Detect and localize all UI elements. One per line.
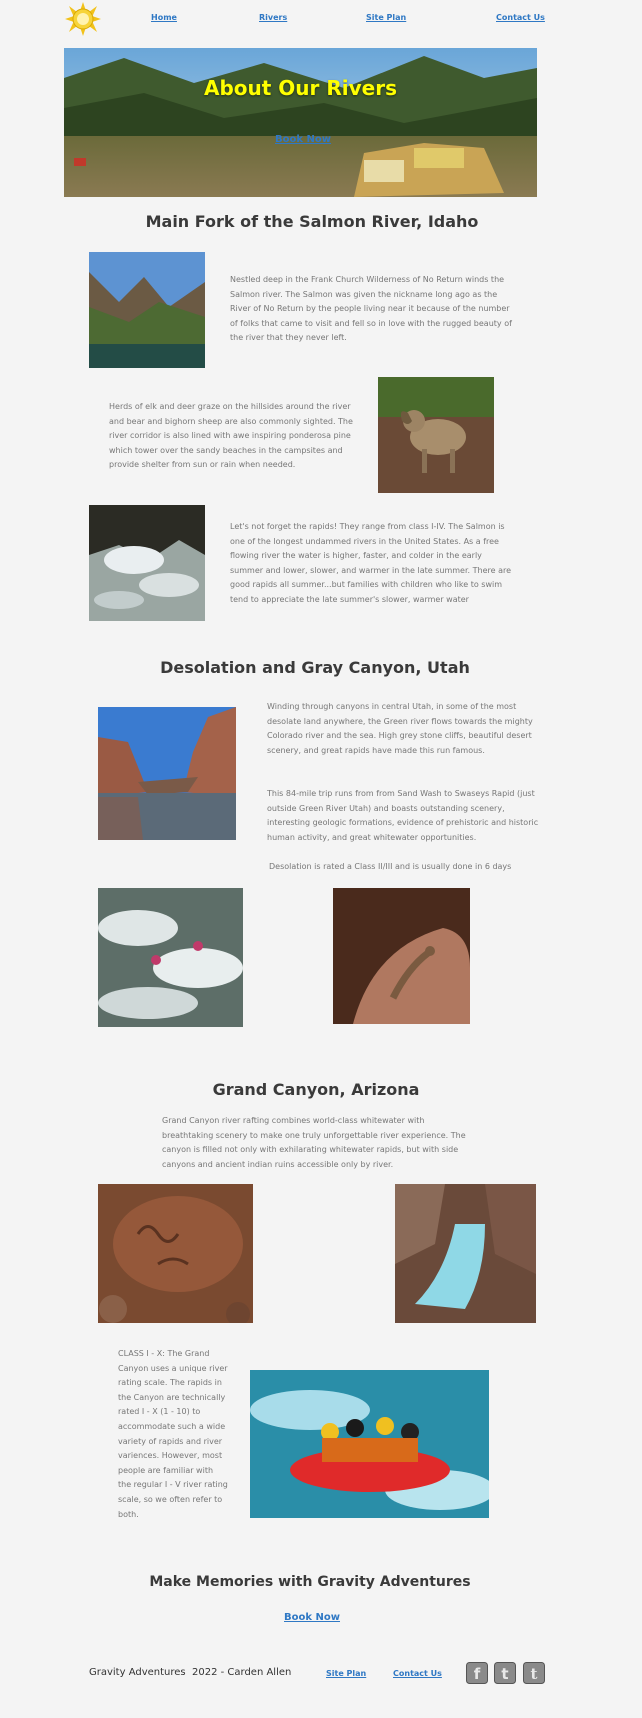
footer-contact-link[interactable]: Contact Us bbox=[393, 1669, 442, 1678]
desolation-canyon-photo bbox=[98, 707, 236, 840]
bighorn-sheep-photo bbox=[378, 377, 494, 493]
salmon-rapids-photo bbox=[89, 505, 205, 621]
twitter-icon[interactable]: t bbox=[494, 1662, 516, 1684]
nav-site-plan-link[interactable]: Site Plan bbox=[366, 13, 406, 22]
desolation-paragraph-2: This 84-mile trip runs from from Sand Wa… bbox=[267, 789, 539, 842]
salmon-canyon-photo bbox=[89, 252, 205, 368]
nav-rivers-link[interactable]: Rivers bbox=[259, 13, 287, 22]
grand-canyon-heading: Grand Canyon, Arizona bbox=[212, 1080, 420, 1099]
salmon-paragraph-1: Nestled deep in the Frank Church Wildern… bbox=[230, 275, 512, 343]
salmon-paragraph-2: Herds of elk and deer graze on the hills… bbox=[109, 402, 353, 470]
salmon-heading: Main Fork of the Salmon River, Idaho bbox=[145, 212, 479, 231]
hero-book-now-link[interactable]: Book Now bbox=[275, 134, 331, 145]
hero-title: About Our Rivers bbox=[204, 76, 397, 100]
facebook-icon[interactable]: f bbox=[466, 1662, 488, 1684]
logo[interactable] bbox=[64, 2, 102, 36]
svg-text:f: f bbox=[474, 1665, 481, 1683]
footer-copyright: Gravity Adventures 2022 - Carden Allen bbox=[89, 1667, 292, 1678]
tumblr-icon[interactable]: t bbox=[523, 1662, 545, 1684]
cta-heading: Make Memories with Gravity Adventures bbox=[149, 1574, 471, 1590]
svg-text:t: t bbox=[501, 1665, 508, 1683]
hero-banner bbox=[64, 48, 537, 197]
petroglyph-rock-photo bbox=[98, 1184, 253, 1323]
cta-book-now-link[interactable]: Book Now bbox=[284, 1612, 340, 1623]
rafting-group-photo bbox=[250, 1370, 489, 1518]
desolation-paragraph-3: Desolation is rated a Class II/III and i… bbox=[269, 862, 512, 871]
lizard-on-rock-photo bbox=[333, 888, 470, 1024]
nav-home-link[interactable]: Home bbox=[151, 13, 177, 22]
blue-water-canyon-photo bbox=[395, 1184, 536, 1323]
desolation-paragraph-1: Winding through canyons in central Utah,… bbox=[267, 702, 533, 755]
nav-contact-link[interactable]: Contact Us bbox=[496, 13, 545, 22]
grand-canyon-paragraph-1: Grand Canyon river rafting combines worl… bbox=[162, 1116, 466, 1169]
svg-text:t: t bbox=[531, 1665, 538, 1683]
kayakers-rapids-photo bbox=[98, 888, 243, 1027]
grand-canyon-paragraph-2: CLASS I - X: The Grand Canyon uses a uni… bbox=[118, 1349, 228, 1519]
salmon-paragraph-3: Let's not forget the rapids! They range … bbox=[230, 522, 512, 604]
footer-site-plan-link[interactable]: Site Plan bbox=[326, 1669, 366, 1678]
desolation-heading: Desolation and Gray Canyon, Utah bbox=[160, 658, 470, 677]
